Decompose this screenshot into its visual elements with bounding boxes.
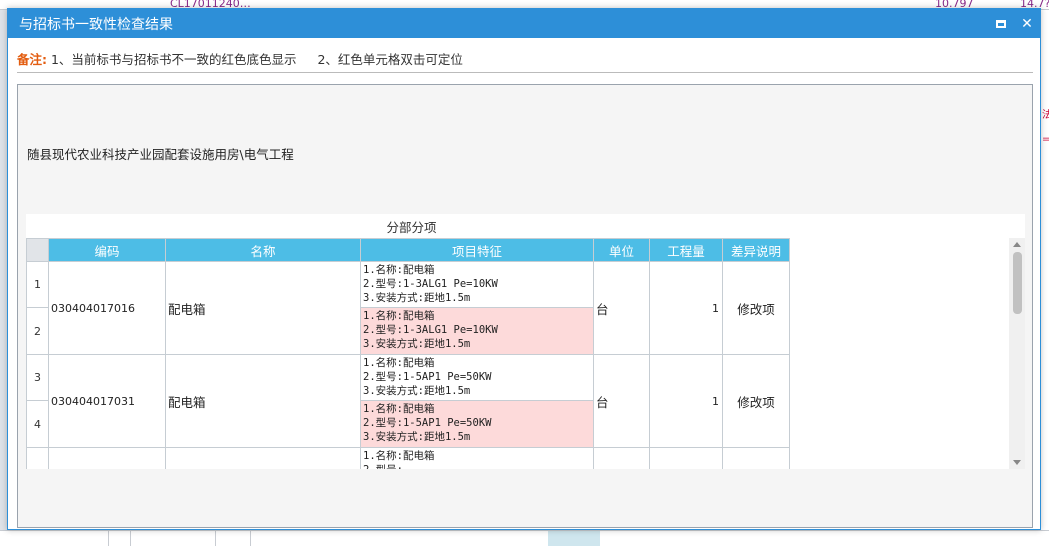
note-label: 备注:	[17, 52, 47, 67]
header-code[interactable]: 编码	[48, 238, 166, 262]
maximize-icon	[996, 19, 1006, 28]
feature-cell-diff[interactable]: 1.名称:配电箱 2.型号:1-5AP1 Pe=50KW 3.安装方式:距地1.5m	[360, 400, 594, 448]
feature-line: 3.安装方式:距地1.5m	[363, 338, 471, 350]
feature-line: 2.型号:1-5AP1 Pe=50KW	[363, 417, 492, 429]
feature-cell[interactable]: 1.名称:配电箱2.型号:	[360, 447, 594, 469]
table-row[interactable]: 3 030404017031 配电箱 1.名称:配电箱 2.型号:1-5AP1 Pe=5…	[26, 354, 790, 448]
row-number: 4	[26, 400, 49, 448]
table-viewport: 编码 名称 项目特征 单位 工程量 差异说明 1 030404017016 配电箱 1…	[26, 238, 806, 469]
corner-cell	[26, 238, 49, 262]
feature-line: 1.名称:配电箱	[363, 264, 435, 276]
section-title: 分部分项	[386, 220, 437, 235]
unit-cell[interactable]: 台	[593, 261, 650, 355]
unit-cell[interactable]: 台	[593, 354, 650, 448]
result-panel: 随县现代农业科技产业园配套设施用房\电气工程 分部分项 编码 名称 项目特征 单…	[17, 84, 1033, 528]
feature-line: 2.型号:	[363, 463, 591, 469]
table-row[interactable]: 1 030404017016 配电箱 1.名称:配电箱 2.型号:1-3ALG1 Pe=…	[26, 261, 790, 355]
note-item-2: 2、红色单元格双击可定位	[317, 52, 463, 67]
feature-line: 1.名称:配电箱	[363, 310, 435, 322]
row-number: 3	[26, 354, 49, 401]
diff-note-cell[interactable]: 修改项	[722, 354, 790, 448]
dialog-titlebar[interactable]: 与招标书一致性检查结果 ✕	[8, 9, 1040, 38]
feature-line: 3.安装方式:距地1.5m	[363, 385, 471, 397]
code-cell[interactable]: 030404017031	[48, 354, 166, 448]
close-button[interactable]: ✕	[1014, 9, 1040, 38]
dialog-title: 与招标书一致性检查结果	[19, 16, 173, 33]
feature-line: 1.名称:配电箱	[363, 357, 435, 369]
unit-cell[interactable]	[593, 447, 650, 469]
note-bar: 备注: 1、当前标书与招标书不一致的红色底色显示 2、红色单元格双击可定位	[17, 49, 463, 68]
header-features[interactable]: 项目特征	[360, 238, 594, 262]
diff-note-cell[interactable]	[722, 447, 790, 469]
feature-line: 1.名称:配电箱	[363, 450, 435, 462]
close-icon: ✕	[1021, 15, 1033, 32]
feature-cell[interactable]: 1.名称:配电箱 2.型号:1-3ALG1 Pe=10KW 3.安装方式:距地1.5…	[360, 261, 594, 308]
row-number: 1	[26, 261, 49, 308]
scroll-down-icon[interactable]	[1013, 460, 1021, 465]
background-app-bottom	[0, 530, 1049, 546]
feature-line: 2.型号:1-3ALG1 Pe=10KW	[363, 324, 498, 336]
name-cell[interactable]: 配电箱	[165, 261, 361, 355]
feature-line: 2.型号:1-3ALG1 Pe=10KW	[363, 278, 498, 290]
header-diff-note[interactable]: 差异说明	[722, 238, 790, 262]
table-header-row: 编码 名称 项目特征 单位 工程量 差异说明	[26, 238, 790, 262]
feature-cell[interactable]: 1.名称:配电箱 2.型号:1-5AP1 Pe=50KW 3.安装方式:距地1.5m	[360, 354, 594, 401]
feature-line: 3.安装方式:距地1.5m	[363, 431, 471, 443]
row-number	[26, 447, 49, 469]
table-row[interactable]: 1.名称:配电箱2.型号:	[26, 447, 790, 469]
feature-line: 3.安装方式:距地1.5m	[363, 292, 471, 304]
quantity-cell[interactable]: 1	[649, 354, 723, 448]
header-unit[interactable]: 单位	[593, 238, 650, 262]
feature-line: 1.名称:配电箱	[363, 403, 435, 415]
note-item-1: 1、当前标书与招标书不一致的红色底色显示	[50, 52, 297, 67]
code-cell[interactable]: 030404017016	[48, 261, 166, 355]
scroll-thumb[interactable]	[1013, 252, 1022, 314]
consistency-check-dialog: 与招标书一致性检查结果 ✕ 备注: 1、当前标书与招标书不一致的红色底色显示 2…	[7, 8, 1041, 530]
divider	[17, 72, 1033, 73]
maximize-button[interactable]	[988, 9, 1014, 38]
feature-line: 2.型号:1-5AP1 Pe=50KW	[363, 371, 492, 383]
header-name[interactable]: 名称	[165, 238, 361, 262]
name-cell[interactable]: 配电箱	[165, 354, 361, 448]
result-table-area: 分部分项 编码 名称 项目特征 单位 工程量 差异说明 1 0304040170…	[26, 214, 1025, 469]
vertical-scrollbar[interactable]	[1009, 238, 1025, 469]
name-cell[interactable]	[165, 447, 361, 469]
quantity-cell[interactable]	[649, 447, 723, 469]
code-cell[interactable]	[48, 447, 166, 469]
quantity-cell[interactable]: 1	[649, 261, 723, 355]
scroll-up-icon[interactable]	[1013, 242, 1021, 247]
header-quantity[interactable]: 工程量	[649, 238, 723, 262]
row-number: 2	[26, 307, 49, 355]
diff-table: 编码 名称 项目特征 单位 工程量 差异说明 1 030404017016 配电箱 1…	[26, 238, 790, 469]
feature-cell-diff[interactable]: 1.名称:配电箱 2.型号:1-3ALG1 Pe=10KW 3.安装方式:距地1.5…	[360, 307, 594, 355]
diff-note-cell[interactable]: 修改项	[722, 261, 790, 355]
project-title: 随县现代农业科技产业园配套设施用房\电气工程	[27, 147, 294, 162]
